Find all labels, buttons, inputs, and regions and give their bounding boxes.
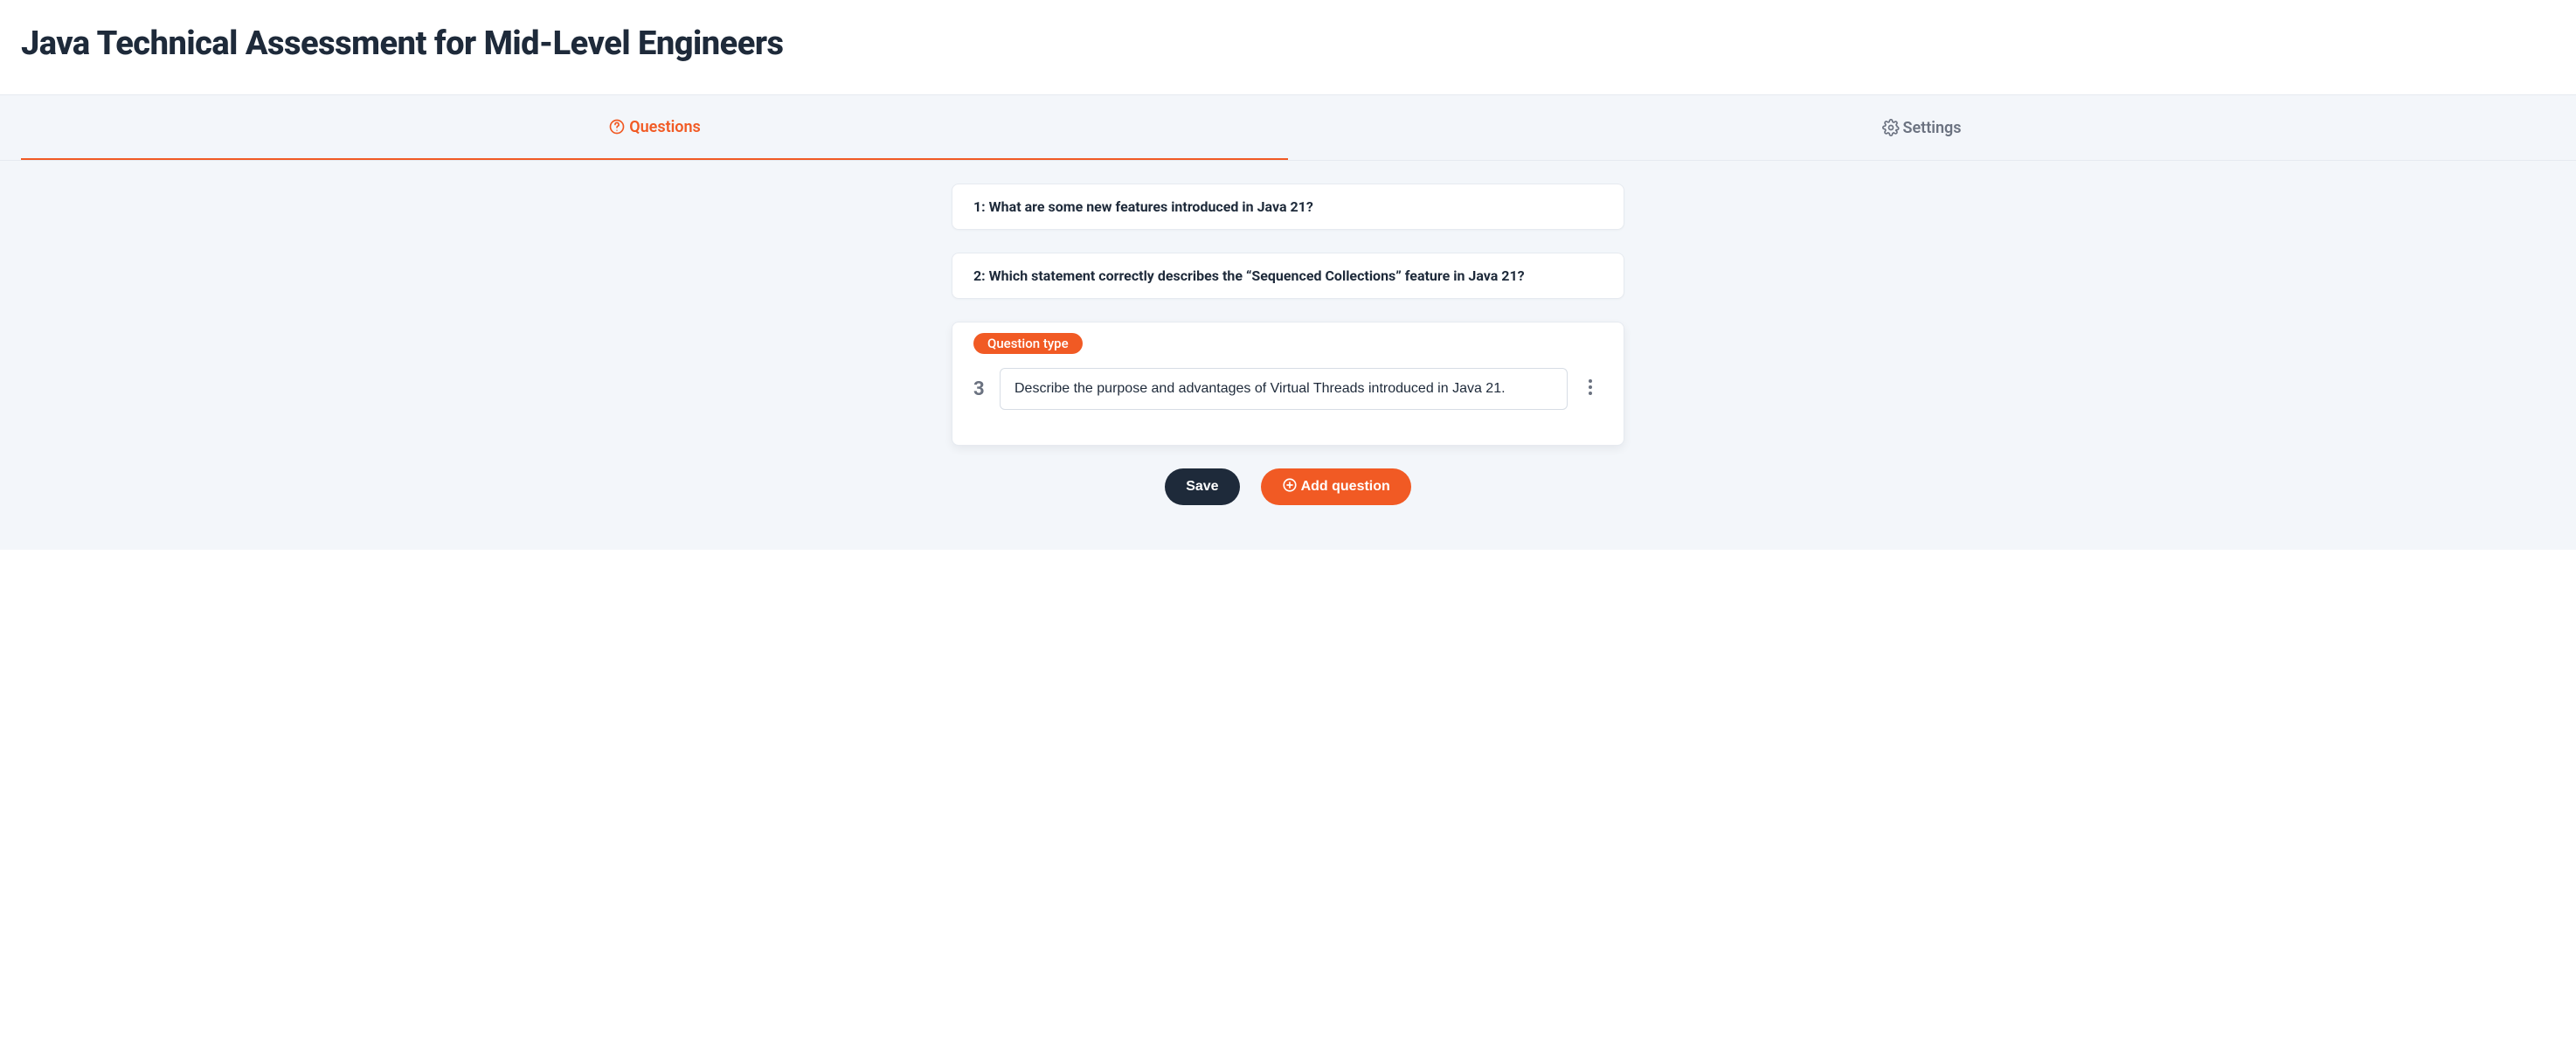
tab-settings[interactable]: Settings bbox=[1288, 95, 2555, 160]
question-circle-icon bbox=[608, 118, 626, 135]
question-editing-card: Question type 3 bbox=[952, 322, 1624, 446]
question-summary-card[interactable]: 2: Which statement correctly describes t… bbox=[952, 253, 1624, 299]
question-summary-card[interactable]: 1: What are some new features introduced… bbox=[952, 184, 1624, 230]
add-question-label: Add question bbox=[1301, 479, 1390, 495]
content-area: Questions Settings 1: What are some new … bbox=[0, 95, 2576, 550]
question-number: 3 bbox=[973, 378, 989, 400]
gear-icon bbox=[1882, 119, 1900, 136]
more-options-button[interactable] bbox=[1578, 378, 1603, 400]
question-type-pill[interactable]: Question type bbox=[973, 333, 1083, 354]
questions-list: 1: What are some new features introduced… bbox=[952, 161, 1624, 505]
plus-circle-icon bbox=[1282, 477, 1298, 497]
question-summary-text: 1: What are some new features introduced… bbox=[973, 198, 1603, 215]
question-text-input[interactable] bbox=[1000, 368, 1568, 410]
page-header: Java Technical Assessment for Mid-Level … bbox=[0, 0, 2576, 95]
question-edit-row: 3 bbox=[973, 368, 1603, 410]
add-question-button[interactable]: Add question bbox=[1261, 468, 1411, 505]
tab-settings-label: Settings bbox=[1903, 119, 1962, 137]
actions-row: Save Add question bbox=[952, 468, 1624, 505]
tab-questions-label: Questions bbox=[629, 118, 701, 136]
question-summary-text: 2: Which statement correctly describes t… bbox=[973, 267, 1603, 284]
save-button-label: Save bbox=[1186, 479, 1218, 495]
page-title: Java Technical Assessment for Mid-Level … bbox=[21, 24, 2555, 63]
kebab-icon bbox=[1588, 378, 1593, 400]
tab-questions[interactable]: Questions bbox=[21, 95, 1288, 160]
save-button[interactable]: Save bbox=[1165, 468, 1239, 505]
tabs-bar: Questions Settings bbox=[0, 95, 2576, 161]
